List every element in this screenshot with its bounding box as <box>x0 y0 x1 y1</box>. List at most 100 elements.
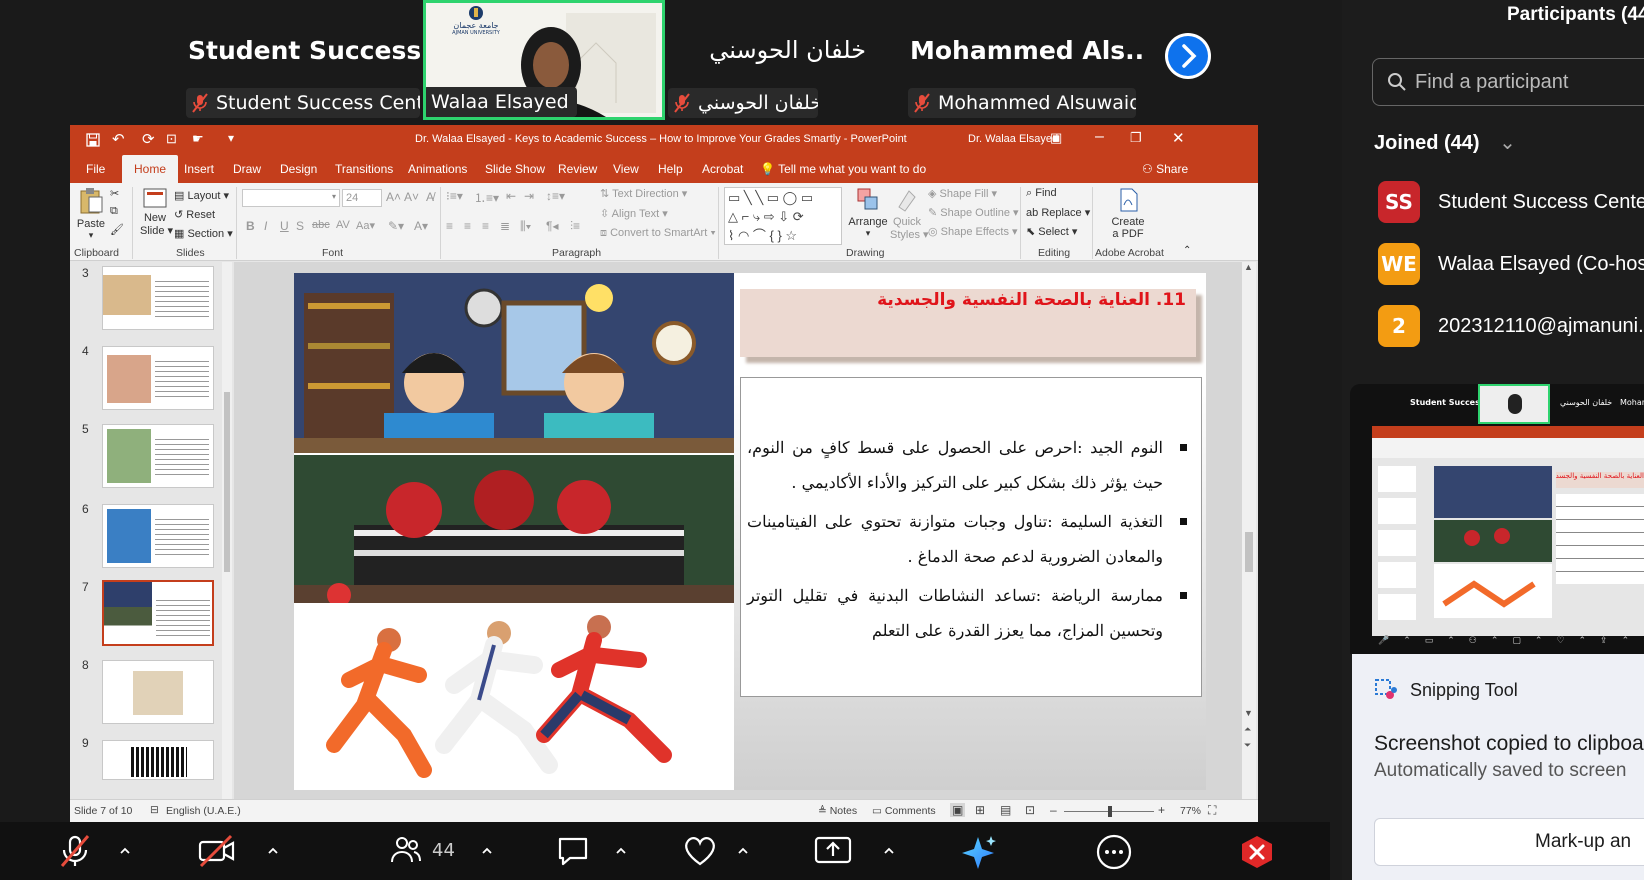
slide-thumbnail-4[interactable] <box>102 346 214 410</box>
zoom-level[interactable]: 77% <box>1180 805 1201 817</box>
tab-transitions[interactable]: Transitions <box>335 162 393 176</box>
accessibility-icon[interactable]: ⊟ <box>150 804 159 816</box>
restore-icon[interactable]: ❐ <box>1130 130 1142 146</box>
chevron-up-icon[interactable] <box>884 846 894 856</box>
share-button[interactable]: ⚇ Share <box>1142 162 1188 176</box>
find-button[interactable]: ⌕ Find <box>1026 187 1057 200</box>
highlight-icon[interactable]: ✎▾ <box>388 219 404 233</box>
bullets-icon[interactable]: ⁝≡▾ <box>446 189 463 203</box>
thumbnails-scrollbar[interactable] <box>222 262 232 799</box>
next-slide-icon[interactable]: ⏷ <box>1244 740 1251 751</box>
participant-row[interactable]: SS Student Success Center <box>1378 181 1644 223</box>
ai-companion-sparkle-icon[interactable] <box>960 834 998 870</box>
minimize-icon[interactable]: – <box>1095 128 1104 146</box>
tab-slide-show[interactable]: Slide Show <box>485 162 545 176</box>
new-slide-button[interactable]: New Slide ▾ <box>140 187 173 237</box>
shadow-icon[interactable]: S <box>296 219 304 233</box>
format-painter-icon[interactable]: 🖌 <box>110 223 124 236</box>
tab-insert[interactable]: Insert <box>184 162 214 176</box>
close-icon[interactable]: ✕ <box>1172 129 1185 147</box>
font-color-icon[interactable]: A▾ <box>414 219 428 233</box>
shape-effects-button[interactable]: ◎ Shape Effects ▾ <box>928 225 1018 238</box>
comments-button[interactable]: ▭ Comments <box>872 805 936 817</box>
columns-icon[interactable]: ⫼▾ <box>520 219 531 234</box>
text-direction-button[interactable]: ⇅ Text Direction ▾ <box>600 187 687 200</box>
layout-button[interactable]: ▤ Layout ▾ <box>174 189 229 202</box>
bold-icon[interactable]: B <box>246 219 255 233</box>
font-name-box[interactable]: ▾ <box>242 189 340 207</box>
participant-row[interactable]: 2 202312110@ajmanuni.a <box>1378 305 1644 347</box>
tell-me-search[interactable]: 💡 Tell me what you want to do <box>760 162 926 176</box>
replace-button[interactable]: ab Replace ▾ <box>1026 206 1090 219</box>
indent-decrease-icon[interactable]: ⇤ <box>506 189 516 203</box>
zoom-out-icon[interactable]: – <box>1050 803 1057 817</box>
meeting-mini-preview[interactable]: Student Success... خلفان الحوسني Mohan ا… <box>1350 384 1644 654</box>
shape-fill-button[interactable]: ◈ Shape Fill ▾ <box>928 187 997 200</box>
tab-design[interactable]: Design <box>280 162 317 176</box>
tab-view[interactable]: View <box>613 162 639 176</box>
chevron-up-icon[interactable] <box>482 846 492 856</box>
create-pdf-button[interactable]: Create a PDF <box>1106 187 1150 240</box>
justify-icon[interactable]: ≣ <box>500 219 510 233</box>
slide-thumbnail-9[interactable] <box>102 740 214 780</box>
chevron-up-icon[interactable] <box>268 846 278 856</box>
participant-search[interactable]: Find a participant <box>1372 58 1644 106</box>
active-speaker-tile[interactable]: جامعة عجمان AJMAN UNIVERSITY Walaa Elsay… <box>423 0 665 120</box>
collapse-ribbon-icon[interactable]: ⌃ <box>1183 245 1191 256</box>
chevron-up-icon[interactable] <box>120 846 130 856</box>
camera-off-icon[interactable] <box>198 834 236 868</box>
ribbon-display-options-icon[interactable]: ▣ <box>1050 130 1062 146</box>
char-spacing-icon[interactable]: AV <box>336 219 350 231</box>
slideshow-view-icon[interactable]: ⊡ <box>1025 803 1035 817</box>
slide-thumbnail-6[interactable] <box>102 504 214 568</box>
customize-toolbar-icon[interactable]: ▾ <box>228 131 234 145</box>
decrease-font-icon[interactable]: A˅ <box>404 190 419 204</box>
reset-button[interactable]: ↺ Reset <box>174 208 215 221</box>
fit-to-window-icon[interactable]: ⛶ <box>1208 803 1216 818</box>
indent-increase-icon[interactable]: ⇥ <box>524 189 534 203</box>
quick-styles-button[interactable]: Quick Styles ▾ <box>890 187 929 241</box>
slide-vertical-scrollbar[interactable]: ▲ ▼ ⏶ ⏷ <box>1242 262 1256 799</box>
copy-icon[interactable]: ⧉ <box>110 205 118 218</box>
language-status[interactable]: English (U.A.E.) <box>166 805 241 817</box>
scroll-down-icon[interactable]: ▼ <box>1244 708 1253 718</box>
markup-button[interactable]: Mark-up an <box>1374 818 1644 866</box>
clear-formatting-icon[interactable]: A̸ <box>426 190 434 204</box>
participant-row[interactable]: WE Walaa Elsayed (Co-host) <box>1378 243 1644 285</box>
reactions-heart-icon[interactable] <box>682 834 718 868</box>
reading-view-icon[interactable]: ▤ <box>1000 803 1011 817</box>
align-text-button[interactable]: ⇳ Align Text ▾ <box>600 207 668 220</box>
line-spacing-icon[interactable]: ↕≡▾ <box>546 189 565 203</box>
increase-font-icon[interactable]: A˄ <box>386 190 401 204</box>
present-icon[interactable]: ⊡ <box>166 131 177 147</box>
tab-acrobat[interactable]: Acrobat <box>702 162 743 176</box>
cut-icon[interactable]: ✂ <box>110 187 119 200</box>
account-name[interactable]: Dr. Walaa Elsayed <box>968 133 1058 145</box>
zoom-in-icon[interactable]: + <box>1158 803 1165 817</box>
select-button[interactable]: ⬉ Select ▾ <box>1026 225 1077 238</box>
tab-help[interactable]: Help <box>658 162 683 176</box>
tab-review[interactable]: Review <box>558 162 597 176</box>
rtl-icon[interactable]: ¶◂ <box>546 219 558 233</box>
gallery-next-button[interactable] <box>1165 33 1211 79</box>
numbering-icon[interactable]: ⒈≡▾ <box>474 189 499 206</box>
align-center-icon[interactable]: ≡ <box>464 219 471 233</box>
save-icon[interactable] <box>86 133 100 147</box>
change-case-icon[interactable]: Aa▾ <box>356 219 375 232</box>
zoom-slider[interactable] <box>1064 806 1154 817</box>
ltr-icon[interactable]: ⫶≡ <box>570 219 580 234</box>
italic-icon[interactable]: I <box>264 219 267 233</box>
touch-mode-icon[interactable]: ☛ <box>192 131 204 147</box>
redo-icon[interactable]: ⟳ <box>142 130 155 148</box>
chevron-up-icon[interactable] <box>738 846 748 856</box>
font-size-box[interactable]: 24 <box>342 189 382 207</box>
tab-animations[interactable]: Animations <box>408 162 467 176</box>
align-right-icon[interactable]: ≡ <box>482 219 489 233</box>
strikethrough-icon[interactable]: abc <box>312 219 330 231</box>
underline-icon[interactable]: U <box>280 219 289 233</box>
tab-home[interactable]: Home <box>122 155 179 183</box>
notes-button[interactable]: ≜ Notes <box>818 805 857 817</box>
tab-file[interactable]: File <box>86 162 105 176</box>
section-button[interactable]: ▦ Section ▾ <box>174 227 233 240</box>
participants-button[interactable]: 44 <box>390 834 455 866</box>
